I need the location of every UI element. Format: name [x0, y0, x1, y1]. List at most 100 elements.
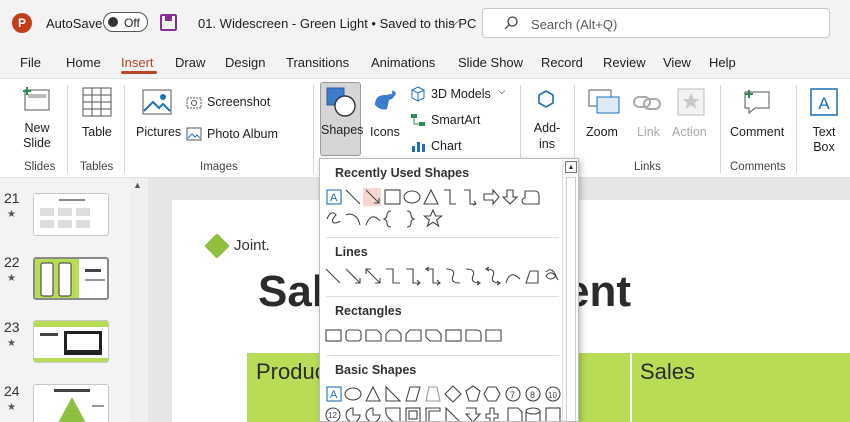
zoom-icon [588, 89, 620, 114]
icons-label: Icons [370, 125, 400, 139]
toggle-knob [108, 17, 118, 27]
new-slide-button[interactable]: New Slide [16, 83, 60, 155]
save-icon[interactable] [160, 14, 177, 31]
search-input[interactable]: Search (Alt+Q) [482, 8, 830, 38]
table-column-divider [630, 353, 632, 422]
slide-thumbnail-23[interactable] [33, 320, 109, 363]
textbox-button[interactable]: A Text Box [805, 83, 845, 155]
tab-home[interactable]: Home [66, 55, 101, 70]
link-icon [633, 96, 661, 110]
screenshot-label: Screenshot [207, 95, 271, 109]
icons-icon [375, 90, 396, 110]
shapes-label: Shapes [321, 123, 364, 137]
smartart-button[interactable]: SmartArt [410, 111, 490, 129]
tab-animations[interactable]: Animations [371, 55, 435, 70]
3d-models-label: 3D Models [431, 87, 491, 101]
slide-animation-icon: ★ [7, 402, 16, 413]
chevron-down-icon[interactable]: ⌵ [450, 14, 459, 29]
section-divider [326, 355, 559, 356]
section-recently-used: Recently Used Shapes [335, 166, 470, 180]
action-label: Action [672, 125, 707, 139]
slide-number: 22 [4, 254, 20, 270]
chart-label: Chart [431, 139, 462, 153]
divider [796, 85, 797, 173]
action-button[interactable]: Action [672, 83, 712, 155]
slide-thumbnails-panel: 21 ★ 22 ★ 23 ★ 24 ★ [0, 178, 130, 422]
rectangle-shapes[interactable] [322, 326, 562, 346]
3d-models-button[interactable]: 3D Models ⌵ [410, 85, 510, 103]
svg-text:A: A [330, 389, 338, 401]
divider [124, 85, 125, 173]
chevron-down-icon: ⌵ [498, 86, 506, 97]
slide-title[interactable]: Sal [258, 267, 324, 317]
group-label-slides: Slides [24, 161, 56, 173]
pictures-button[interactable]: Pictures [134, 83, 182, 155]
pictures-label: Pictures [136, 125, 182, 139]
thumbnail-content [40, 199, 90, 228]
svg-text:A: A [330, 192, 338, 204]
tab-draw[interactable]: Draw [175, 55, 205, 70]
document-title[interactable]: 01. Widescreen - Green Light • Saved to … [198, 16, 476, 31]
table-header-sales[interactable]: Sales [640, 359, 695, 385]
divider [67, 85, 68, 173]
slide-thumbnail-21[interactable] [33, 193, 109, 236]
shapes-button[interactable]: Shapes [320, 82, 364, 156]
screenshot-button[interactable]: Screenshot [186, 93, 278, 111]
scroll-up-icon[interactable]: ▲ [565, 161, 577, 173]
comment-button[interactable]: Comment [728, 83, 788, 155]
tab-view[interactable]: View [663, 55, 691, 70]
group-label-comments: Comments [730, 161, 786, 173]
slide-animation-icon: ★ [7, 273, 16, 284]
basic-shapes[interactable]: A 7 8 10 12 [322, 384, 562, 422]
svg-text:10: 10 [548, 391, 557, 400]
thumbnail-content [35, 259, 105, 298]
new-slide-icon [23, 87, 50, 111]
group-label-images: Images [200, 161, 238, 173]
scrollbar-thumb[interactable] [566, 177, 576, 421]
panel-scrollbar[interactable]: ▲ [130, 178, 148, 422]
powerpoint-logo-icon: P [12, 13, 32, 33]
table-header-product[interactable]: Produc [256, 359, 326, 385]
group-label-links: Links [634, 161, 661, 173]
tab-transitions[interactable]: Transitions [286, 55, 349, 70]
shapes-scrollbar[interactable]: ▲ [562, 159, 578, 421]
section-lines: Lines [335, 245, 368, 259]
section-divider [326, 296, 559, 297]
photo-album-icon [186, 127, 202, 141]
tab-help[interactable]: Help [709, 55, 736, 70]
active-tab-indicator [121, 71, 157, 74]
zoom-label: Zoom [586, 125, 618, 139]
svg-text:7: 7 [510, 390, 515, 400]
tab-file[interactable]: File [20, 55, 41, 70]
recently-used-shapes[interactable]: A [322, 187, 562, 229]
slide-thumbnail-24[interactable] [33, 384, 109, 422]
chart-button[interactable]: Chart [410, 137, 470, 155]
shapes-dropdown: Recently Used Shapes A Lines Rectangles … [319, 158, 579, 422]
slide-thumbnail-22[interactable] [33, 257, 109, 300]
photo-album-button[interactable]: Photo Album [186, 125, 301, 143]
line-shapes[interactable] [322, 266, 562, 288]
slide-number: 23 [4, 319, 20, 335]
link-button[interactable]: Link [630, 83, 664, 155]
smartart-label: SmartArt [431, 113, 481, 127]
icons-button[interactable]: Icons [366, 83, 402, 155]
tab-review[interactable]: Review [603, 55, 646, 70]
addins-button[interactable]: Add-ins [528, 83, 564, 155]
autosave-toggle[interactable]: Off [103, 12, 148, 32]
divider [313, 85, 314, 173]
search-icon [504, 16, 518, 30]
tab-insert[interactable]: Insert [121, 55, 154, 70]
group-label-tables: Tables [80, 161, 114, 173]
tab-slide-show[interactable]: Slide Show [458, 55, 523, 70]
tab-design[interactable]: Design [225, 55, 265, 70]
textbox-icon: A [810, 88, 838, 116]
comment-icon [744, 90, 770, 115]
divider [720, 85, 721, 173]
zoom-button[interactable]: Zoom [584, 83, 624, 155]
scroll-up-icon[interactable]: ▲ [133, 180, 142, 190]
autosave-state: Off [124, 16, 140, 30]
svg-text:A: A [818, 94, 830, 113]
tab-record[interactable]: Record [541, 55, 583, 70]
smartart-icon [411, 114, 425, 126]
table-button[interactable]: Table [78, 83, 118, 155]
